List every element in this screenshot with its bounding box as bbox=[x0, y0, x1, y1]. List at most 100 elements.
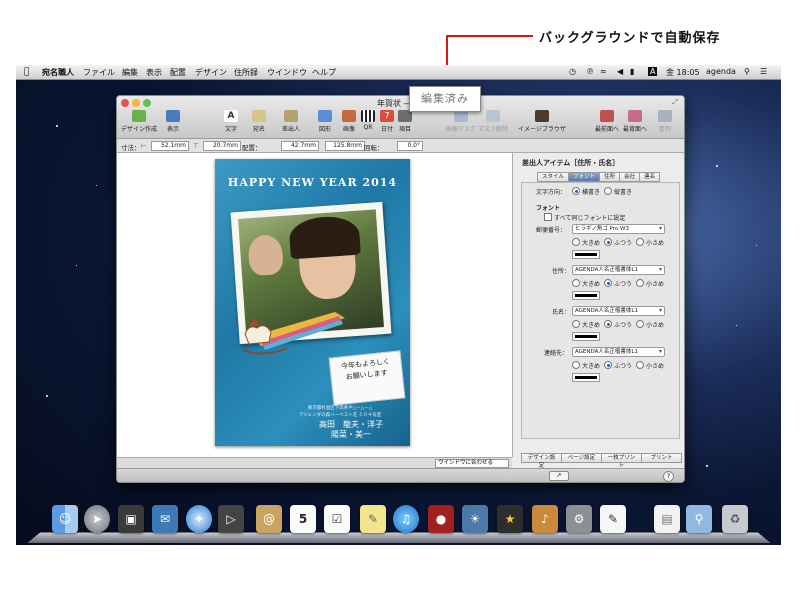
toolbar-view-button[interactable]: 表示 bbox=[151, 110, 195, 133]
battery-icon[interactable]: ▮ bbox=[630, 67, 634, 76]
apple-icon[interactable]:  bbox=[24, 67, 29, 77]
calendar-app-icon[interactable]: 5 bbox=[290, 505, 316, 533]
address-size-large-radio[interactable] bbox=[572, 279, 580, 287]
stickies-icon[interactable]: ✎ bbox=[360, 505, 386, 533]
contact-color-well[interactable] bbox=[572, 373, 600, 382]
font-settings-box: 文字方向： 横書き 縦書き フォント すべて同じフォントに設定 郵便番号： ヒラ… bbox=[521, 182, 680, 439]
contacts-icon[interactable]: @ bbox=[256, 505, 282, 533]
zoom-button[interactable] bbox=[143, 99, 151, 107]
system-preferences-icon[interactable]: ⚙ bbox=[566, 505, 592, 533]
name-color-well[interactable] bbox=[572, 332, 600, 341]
volume-icon[interactable]: ◀ bbox=[617, 67, 623, 76]
menu-design[interactable]: デザイン bbox=[195, 67, 227, 78]
toolbar-unmask-button[interactable]: マスク解除 bbox=[471, 110, 515, 133]
wifi-icon[interactable]: ≈ bbox=[600, 67, 607, 76]
x-position-field[interactable]: 52.1mm bbox=[151, 141, 189, 151]
sender-names[interactable]: 高田 龍夫・洋子 陽菜・美一 bbox=[291, 420, 410, 440]
menu-edit[interactable]: 編集 bbox=[122, 67, 138, 78]
toolbar-align-button[interactable]: 整列 bbox=[643, 110, 684, 133]
imovie-icon[interactable]: ★ bbox=[497, 505, 523, 533]
fullscreen-icon[interactable]: ⤢ bbox=[672, 98, 678, 107]
folder-icon[interactable]: ⚲ bbox=[686, 505, 712, 533]
new-year-card[interactable]: HAPPY NEW YEAR 2014 今年もよろしく お願いします 東京都杉並… bbox=[215, 159, 410, 446]
same-font-checkbox[interactable] bbox=[544, 213, 552, 221]
help-button[interactable]: ? bbox=[663, 471, 674, 482]
width-field[interactable]: 42.7mm bbox=[281, 141, 319, 151]
address-color-well[interactable] bbox=[572, 291, 600, 300]
mail-stamp-icon[interactable]: ✉ bbox=[152, 505, 178, 533]
horizontal-radio[interactable] bbox=[572, 187, 580, 195]
itunes-icon[interactable]: ♫ bbox=[393, 505, 419, 533]
launchpad-icon[interactable]: ➤ bbox=[84, 505, 110, 533]
contact-size-small-radio[interactable] bbox=[636, 361, 644, 369]
sender-address[interactable]: 東京都杉並区下高井戸△－△－△ アジェンダの森ハーベスト荘 ５０４号室 bbox=[275, 405, 405, 419]
clock[interactable]: 金 18:05 bbox=[666, 67, 700, 78]
address-size-small-radio[interactable] bbox=[636, 279, 644, 287]
name-size-large-radio[interactable] bbox=[572, 320, 580, 328]
postal-font-select[interactable]: ヒラギノ角ゴ Pro W3 bbox=[572, 224, 665, 234]
iphoto-icon[interactable]: ☀ bbox=[462, 505, 488, 533]
input-source-indicator[interactable]: A bbox=[648, 67, 658, 76]
name-size-normal-radio[interactable] bbox=[604, 320, 612, 328]
vertical-radio[interactable] bbox=[604, 187, 612, 195]
user-name[interactable]: agenda bbox=[706, 67, 736, 76]
tab-design-settings[interactable]: デザイン設定 bbox=[521, 453, 562, 469]
facetime-icon[interactable]: ▷ bbox=[218, 505, 244, 533]
toolbar-field-button[interactable]: 項目 bbox=[383, 110, 427, 133]
contact-size-large-radio[interactable] bbox=[572, 361, 580, 369]
menu-arrange[interactable]: 配置 bbox=[170, 67, 186, 78]
tab-style[interactable]: スタイル bbox=[537, 172, 570, 182]
safari-icon[interactable]: ✦ bbox=[186, 505, 212, 533]
tab-page-settings[interactable]: ページ設定 bbox=[561, 453, 602, 463]
name-font-select[interactable]: AGENDA人名正楷書体L1 bbox=[572, 306, 665, 316]
trash-icon[interactable]: ♻ bbox=[722, 505, 748, 533]
menu-file[interactable]: ファイル bbox=[83, 67, 115, 78]
textedit-icon[interactable]: ✎ bbox=[600, 505, 626, 533]
photo-booth-icon[interactable]: ● bbox=[428, 505, 454, 533]
greeting-message-card[interactable]: 今年もよろしく お願いします bbox=[328, 350, 406, 406]
zoom-select[interactable]: ウインドウに合わせる bbox=[435, 459, 509, 468]
postal-color-well[interactable] bbox=[572, 250, 600, 259]
y-position-field[interactable]: 20.7mm bbox=[203, 141, 241, 151]
image-capture-icon[interactable]: ▣ bbox=[118, 505, 144, 533]
menu-view[interactable]: 表示 bbox=[146, 67, 162, 78]
tab-print[interactable]: プリント bbox=[641, 453, 682, 463]
reminders-icon[interactable]: ☑ bbox=[324, 505, 350, 533]
menu-window[interactable]: ウインドウ bbox=[267, 67, 307, 78]
design-canvas[interactable]: HAPPY NEW YEAR 2014 今年もよろしく お願いします 東京都杉並… bbox=[117, 153, 513, 457]
vertical-label: 縦書き bbox=[614, 189, 633, 196]
bring-front-icon bbox=[600, 110, 614, 122]
card-greeting-title[interactable]: HAPPY NEW YEAR 2014 bbox=[215, 176, 410, 189]
bluetooth-icon[interactable]: ℗ bbox=[586, 67, 594, 76]
toolbar-image-browser-button[interactable]: イメージブラウザ bbox=[517, 110, 567, 133]
contact-font-select[interactable]: AGENDA人名正楷書体L1 bbox=[572, 347, 665, 357]
address-size-normal-radio[interactable] bbox=[604, 279, 612, 287]
height-field[interactable]: 125.8mm bbox=[325, 141, 365, 151]
postal-size-small-radio[interactable] bbox=[636, 238, 644, 246]
menu-app[interactable]: 宛名職人 bbox=[42, 67, 74, 78]
annotation-caption: バックグラウンドで自動保存 bbox=[539, 31, 721, 46]
document-icon[interactable]: ▤ bbox=[654, 505, 680, 533]
name-size-small-radio[interactable] bbox=[636, 320, 644, 328]
time-machine-icon[interactable]: ◷ bbox=[569, 67, 576, 76]
tab-font[interactable]: フォント bbox=[568, 172, 601, 182]
garageband-icon[interactable]: ♪ bbox=[532, 505, 558, 533]
postal-size-normal-radio[interactable] bbox=[604, 238, 612, 246]
address-font-select[interactable]: AGENDA人名正楷書体L1 bbox=[572, 265, 665, 275]
minimize-button[interactable] bbox=[132, 99, 140, 107]
tab-single-print[interactable]: 一枚プリント bbox=[601, 453, 642, 469]
share-button[interactable]: ↗ bbox=[549, 471, 569, 481]
postal-size-large-radio[interactable] bbox=[572, 238, 580, 246]
close-button[interactable] bbox=[121, 99, 129, 107]
tab-joint-names[interactable]: 連名 bbox=[639, 172, 661, 182]
menu-addressbook[interactable]: 住所録 bbox=[234, 67, 258, 78]
notification-center-icon[interactable]: ☰ bbox=[760, 67, 767, 76]
rotation-field[interactable]: 0.0° bbox=[397, 141, 423, 151]
spotlight-icon[interactable]: ⚲ bbox=[744, 67, 750, 76]
tab-company[interactable]: 会社 bbox=[619, 172, 641, 182]
send-back-icon bbox=[628, 110, 642, 122]
finder-icon[interactable]: ☺ bbox=[52, 505, 78, 533]
tab-address[interactable]: 住所 bbox=[599, 172, 621, 182]
menu-help[interactable]: ヘルプ bbox=[312, 67, 336, 78]
contact-size-normal-radio[interactable] bbox=[604, 361, 612, 369]
